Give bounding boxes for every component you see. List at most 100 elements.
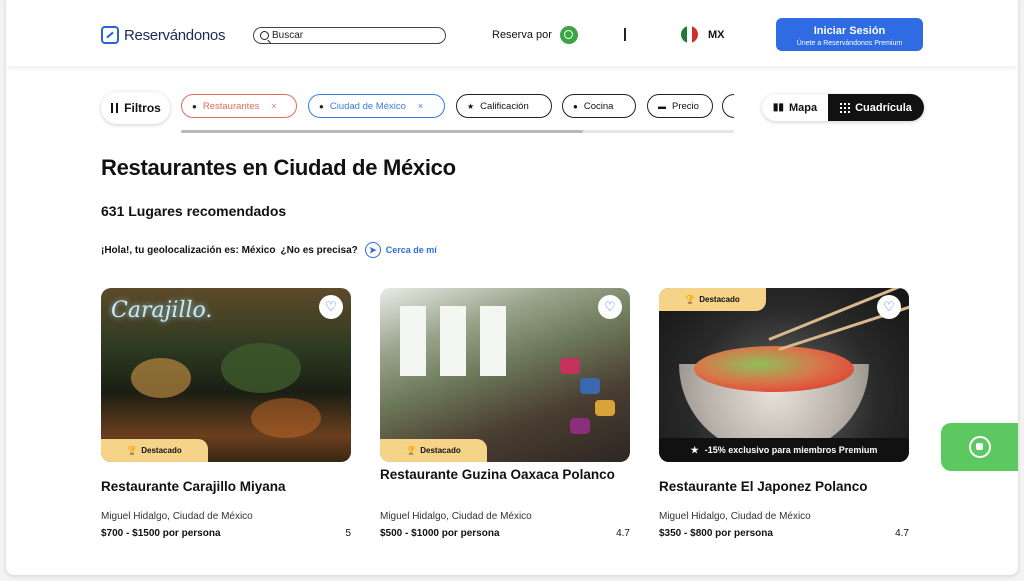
chip-more[interactable]	[722, 94, 734, 118]
grid-view-button[interactable]: Cuadrícula	[828, 94, 924, 121]
image-detail	[560, 358, 580, 374]
restaurant-price: $700 - $1500 por persona	[101, 528, 221, 539]
logo-icon	[101, 26, 119, 44]
page-frame: Reservándonos Reserva por MX Iniciar Ses…	[6, 0, 1018, 575]
filter-chips: ● Restaurantes × ● Ciudad de México × ★ …	[181, 94, 734, 120]
chip-calificacion[interactable]: ★ Calificación	[456, 94, 552, 118]
chip-ciudad[interactable]: ● Ciudad de México ×	[308, 94, 445, 118]
image-detail	[570, 418, 590, 434]
search-input[interactable]	[272, 30, 432, 41]
image-detail	[694, 346, 854, 392]
chip-cocina[interactable]: ● Cocina	[562, 94, 636, 118]
restaurant-name[interactable]: Restaurante El Japonez Polanco	[659, 477, 909, 497]
image-detail	[400, 306, 426, 376]
favorite-heart-icon[interactable]: ♡	[877, 295, 901, 319]
search-box[interactable]	[253, 27, 446, 44]
money-icon: ▬	[658, 101, 666, 111]
chip-label: Precio	[672, 100, 699, 112]
map-icon: ▮▮	[772, 102, 784, 113]
favorite-heart-icon[interactable]: ♡	[598, 295, 622, 319]
restaurant-location: Miguel Hidalgo, Ciudad de México	[101, 511, 253, 522]
header-divider	[624, 28, 626, 41]
restaurant-price: $500 - $1000 por persona	[380, 528, 500, 539]
chip-label: Ciudad de México	[329, 100, 406, 112]
chip-label: Calificación	[480, 100, 529, 112]
mexico-flag-icon	[681, 26, 698, 43]
country-selector[interactable]: MX	[681, 26, 725, 43]
trophy-icon: 🏆	[127, 446, 138, 455]
top-header: Reservándonos Reserva por MX Iniciar Ses…	[6, 0, 1018, 66]
chip-label: Restaurantes	[202, 100, 260, 112]
image-detail	[480, 306, 506, 376]
logo[interactable]: Reservándonos	[101, 26, 225, 44]
image-detail	[251, 398, 321, 438]
filter-sliders-icon	[110, 103, 120, 113]
restaurant-rating: 4.7	[895, 528, 909, 539]
map-view-label: Mapa	[788, 101, 818, 114]
reserva-label: Reserva por	[492, 29, 552, 41]
login-button[interactable]: Iniciar Sesión Únete a Reservándonos Pre…	[776, 18, 923, 51]
restaurant-image[interactable]: ♡ 🏆 Destacado	[380, 288, 630, 462]
geo-text: ¡Hola!, tu geolocalización es: México	[101, 244, 276, 256]
restaurant-price: $350 - $800 por persona	[659, 528, 773, 539]
results-count: 631 Lugares recomendados	[101, 203, 287, 219]
chip-restaurantes[interactable]: ● Restaurantes ×	[181, 94, 297, 118]
chips-scrollbar-thumb[interactable]	[181, 130, 583, 133]
chip-precio[interactable]: ▬ Precio	[647, 94, 713, 118]
restaurant-image[interactable]: Carajillo. ♡ 🏆 Destacado	[101, 288, 351, 462]
image-detail	[221, 343, 301, 393]
image-detail	[595, 400, 615, 416]
restaurant-image[interactable]: 🏆 Destacado ♡ ★ -15% exclusivo para miem…	[659, 288, 909, 462]
navigation-arrow-icon[interactable]: ➤	[364, 242, 381, 258]
restaurant-name[interactable]: Restaurante Guzina Oaxaca Polanco	[380, 465, 630, 505]
map-view-button[interactable]: ▮▮ Mapa	[762, 94, 828, 121]
promo-label: -15% exclusivo para miembros Premium	[704, 445, 878, 455]
image-detail	[440, 306, 466, 376]
neon-sign: Carajillo.	[111, 298, 213, 323]
grid-icon	[840, 102, 851, 113]
geolocation-row: ¡Hola!, tu geolocalización es: México ¿N…	[101, 242, 437, 258]
badge-label: Destacado	[141, 446, 182, 455]
login-subtitle: Únete a Reservándonos Premium	[796, 40, 903, 47]
chip-label: Cocina	[583, 100, 614, 112]
page-title: Restaurantes en Ciudad de México	[101, 155, 456, 180]
geo-question: ¿No es precisa?	[280, 244, 358, 256]
whatsapp-icon	[968, 436, 991, 458]
chips-scrollbar[interactable]	[181, 130, 734, 133]
price-rating-row: $500 - $1000 por persona 4.7	[380, 528, 630, 539]
badge-label: Destacado	[420, 446, 461, 455]
restaurant-card[interactable]: ♡ 🏆 Destacado Restaurante Guzina Oaxaca …	[380, 288, 630, 539]
favorite-heart-icon[interactable]: ♡	[319, 295, 343, 319]
price-rating-row: $700 - $1500 por persona 5	[101, 528, 351, 539]
trophy-icon: 🏆	[406, 446, 417, 455]
featured-badge: 🏆 Destacado	[659, 288, 766, 311]
restaurant-location: Miguel Hidalgo, Ciudad de México	[659, 511, 811, 522]
grid-view-label: Cuadrícula	[855, 101, 912, 114]
premium-promo-banner: ★ -15% exclusivo para miembros Premium	[659, 438, 909, 462]
pin-icon: ●	[319, 101, 324, 111]
logo-text: Reservándonos	[124, 26, 226, 44]
login-title: Iniciar Sesión	[813, 25, 886, 37]
trophy-icon: 🏆	[685, 295, 696, 304]
whatsapp-float-button[interactable]	[941, 423, 1018, 471]
restaurant-location: Miguel Hidalgo, Ciudad de México	[380, 511, 532, 522]
badge-label: Destacado	[699, 295, 740, 304]
image-detail	[580, 378, 600, 394]
whatsapp-icon[interactable]	[559, 26, 578, 44]
restaurant-name[interactable]: Restaurante Carajillo Miyana	[101, 477, 351, 497]
filters-button[interactable]: Filtros	[101, 92, 170, 124]
image-detail	[131, 358, 191, 398]
reserva-whatsapp[interactable]: Reserva por	[492, 26, 578, 44]
remove-chip-icon[interactable]: ×	[418, 101, 423, 111]
restaurant-rating: 4.7	[616, 528, 630, 539]
star-icon: ★	[467, 101, 475, 111]
chef-hat-icon: ●	[573, 101, 578, 111]
nearby-link[interactable]: Cerca de mí	[386, 245, 437, 255]
restaurant-rating: 5	[345, 528, 351, 539]
featured-badge: 🏆 Destacado	[380, 439, 487, 462]
restaurant-card[interactable]: Carajillo. ♡ 🏆 Destacado Restaurante Car…	[101, 288, 351, 539]
featured-badge: 🏆 Destacado	[101, 439, 208, 462]
restaurant-card[interactable]: 🏆 Destacado ♡ ★ -15% exclusivo para miem…	[659, 288, 909, 539]
search-icon	[260, 31, 269, 40]
remove-chip-icon[interactable]: ×	[271, 101, 276, 111]
